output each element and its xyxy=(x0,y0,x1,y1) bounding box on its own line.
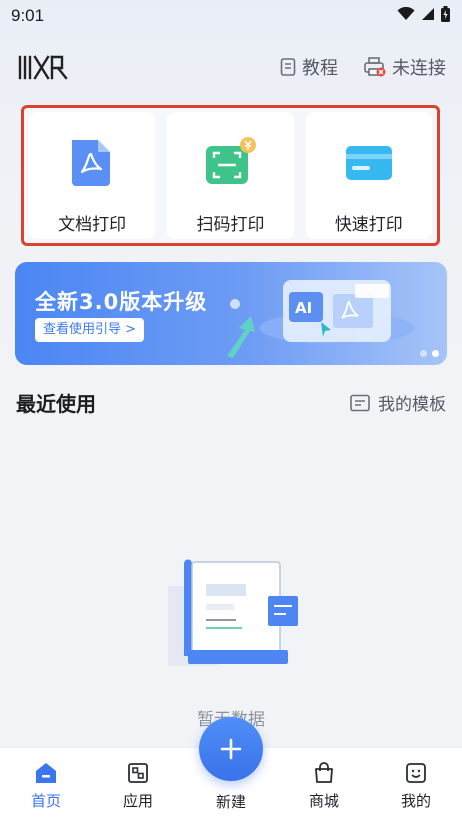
banner-dot[interactable] xyxy=(420,350,427,357)
profile-icon xyxy=(406,763,426,783)
pdf-document-icon xyxy=(72,140,111,186)
new-create-label: 新建 xyxy=(215,793,246,811)
quick-print-label: 快速打印 xyxy=(334,215,403,235)
recent-title: 最近使用 xyxy=(16,392,96,416)
header-actions: 教程 未连接 xyxy=(280,54,446,80)
view-guide-button[interactable]: 查看使用引导 > xyxy=(35,318,145,342)
banner-dot-active[interactable] xyxy=(432,350,439,357)
scan-print-label: 扫码打印 xyxy=(196,215,265,235)
my-templates-label: 我的模板 xyxy=(378,395,446,415)
document-icon xyxy=(280,58,296,76)
signal-icon xyxy=(422,8,434,20)
banner-title: 全新3.0版本升级 xyxy=(35,290,208,314)
connection-label: 未连接 xyxy=(392,58,446,79)
nav-home-label: 首页 xyxy=(30,792,61,810)
nav-home[interactable]: 首页 xyxy=(16,762,76,811)
status-time: 9:01 xyxy=(11,6,45,25)
quick-print-card[interactable]: 快速打印 xyxy=(305,112,432,239)
card-print-icon xyxy=(345,146,392,180)
scan-code-icon xyxy=(206,137,257,184)
status-bar: 9:01 xyxy=(0,0,462,34)
new-create-button[interactable] xyxy=(199,717,263,781)
document-print-card[interactable]: 文档打印 xyxy=(29,112,156,239)
apps-icon xyxy=(128,763,148,783)
printer-disconnected-icon xyxy=(364,57,386,77)
nav-profile[interactable]: 我的 xyxy=(386,762,446,811)
scan-print-card[interactable]: 扫码打印 xyxy=(167,112,294,239)
app-logo xyxy=(18,55,68,80)
banner-pager xyxy=(420,350,439,357)
nav-shop[interactable]: 商城 xyxy=(294,762,354,811)
battery-icon xyxy=(441,6,450,22)
nav-shop-label: 商城 xyxy=(308,792,339,810)
version-banner[interactable]: 全新3.0版本升级 查看使用引导 > AI xyxy=(15,262,447,365)
plus-icon xyxy=(220,738,242,760)
my-templates-link[interactable]: 我的模板 xyxy=(350,390,446,415)
home-icon xyxy=(36,763,56,783)
nav-profile-label: 我的 xyxy=(400,792,431,810)
quick-actions-panel: 文档打印 扫码打印 快速打印 xyxy=(21,105,440,246)
wifi-icon xyxy=(397,7,415,20)
template-icon xyxy=(350,394,370,411)
tutorial-label: 教程 xyxy=(302,58,338,79)
printer-connection-button[interactable]: 未连接 xyxy=(364,54,446,80)
document-print-label: 文档打印 xyxy=(58,215,127,235)
nav-apps-label: 应用 xyxy=(122,792,153,810)
banner-art-badge: AI xyxy=(295,299,312,317)
empty-state-illustration xyxy=(168,559,298,666)
shop-bag-icon xyxy=(315,762,333,783)
status-icons xyxy=(397,6,450,22)
nav-apps[interactable]: 应用 xyxy=(108,762,168,811)
tutorial-button[interactable]: 教程 xyxy=(280,54,338,80)
banner-illustration-icon: AI xyxy=(227,280,415,358)
